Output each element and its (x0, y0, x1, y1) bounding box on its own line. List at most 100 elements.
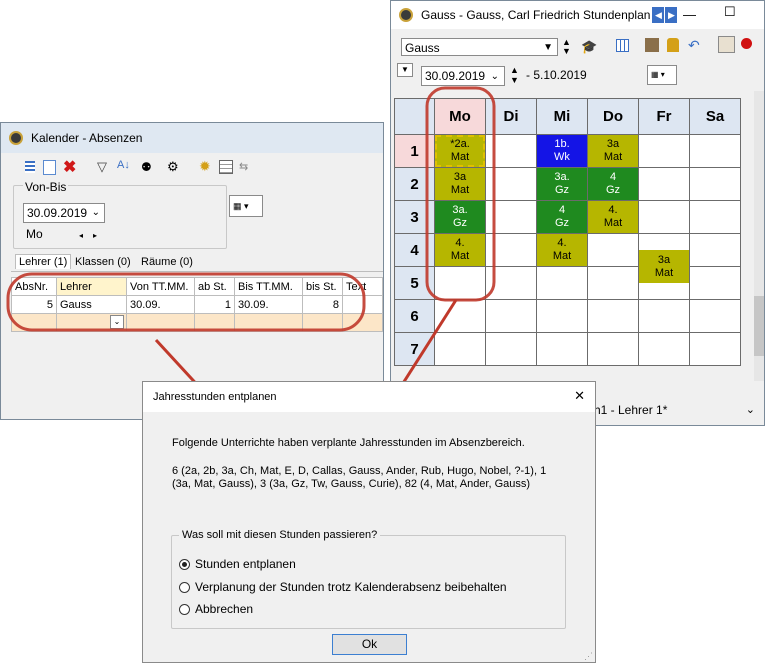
calendar-icon[interactable]: ▦ ▾ (229, 195, 263, 217)
lesson-mo-4[interactable]: 4. Mat (435, 234, 485, 266)
lesson-do-1[interactable]: 3a Mat (588, 135, 638, 167)
cell-lehrer[interactable]: Gauss (56, 295, 127, 314)
calendar-icon[interactable]: ▦ ▾ (647, 65, 677, 85)
cell-von[interactable]: 30.09. (126, 295, 195, 314)
ok-button[interactable]: Ok (332, 634, 407, 655)
slot-sa-5[interactable] (689, 266, 741, 300)
radio-stunden-entplanen[interactable] (179, 559, 190, 570)
radio-label-beibehalten[interactable]: Verplanung der Stunden trotz Kalenderabs… (195, 580, 507, 594)
slot-mo-5[interactable] (434, 266, 486, 300)
graduation-hat-icon[interactable]: 🎓 (581, 39, 597, 55)
slot-sa-2[interactable] (689, 167, 741, 201)
slot-mi-6[interactable] (536, 299, 588, 333)
slot-mo-6[interactable] (434, 299, 486, 333)
slot-fr-4[interactable]: 3a Mat (638, 233, 690, 283)
col-header-absnr[interactable]: AbsNr. (11, 277, 57, 296)
slot-do-1[interactable]: 3a Mat (587, 134, 639, 168)
slot-do-4[interactable] (587, 233, 639, 267)
col-header-bis-st[interactable]: bis St. (302, 277, 343, 296)
slot-mi-3[interactable]: 4 Gz (536, 200, 588, 234)
lesson-mi-3[interactable]: 4 Gz (537, 201, 587, 233)
list-icon[interactable] (25, 161, 35, 173)
slot-mo-2[interactable]: 3a Mat (434, 167, 486, 201)
undo-icon[interactable]: ↶ (688, 37, 700, 54)
spin-icon[interactable]: ▲ ▼ (562, 38, 571, 56)
slot-do-7[interactable] (587, 332, 639, 366)
col-header-lehrer[interactable]: Lehrer (56, 277, 127, 296)
filter-icon[interactable]: ▽ (97, 159, 107, 175)
date-picker[interactable]: 30.09.2019 ⌄ (23, 203, 105, 223)
lesson-mo-3[interactable]: 3a. Gz (435, 201, 485, 233)
slot-mi-7[interactable] (536, 332, 588, 366)
tab-lehrer[interactable]: Lehrer (1) (15, 254, 72, 269)
lesson-do-2[interactable]: 4 Gz (588, 168, 638, 200)
col-header-von[interactable]: Von TT.MM. (126, 277, 195, 296)
slot-di-6[interactable] (485, 299, 537, 333)
cell-bis-st[interactable]: 8 (302, 295, 343, 314)
nav-prev-icon[interactable]: ◀ (652, 7, 665, 23)
pin-icon[interactable] (741, 38, 752, 49)
table-icon[interactable] (219, 160, 233, 174)
radio-abbrechen[interactable] (179, 604, 190, 615)
cell-new-bis[interactable] (234, 313, 303, 332)
minimize-button[interactable]: — (683, 7, 696, 22)
close-button[interactable]: ✕ (574, 388, 585, 404)
export-icon[interactable]: ⇆ (239, 160, 248, 173)
lesson-fr-4[interactable]: 3a Mat (639, 250, 689, 283)
slot-do-3[interactable]: 4. Mat (587, 200, 639, 234)
cell-text[interactable] (342, 295, 383, 314)
cell-ab[interactable]: 1 (194, 295, 235, 314)
nav-next-icon[interactable]: ▶ (665, 7, 678, 23)
slot-do-6[interactable] (587, 299, 639, 333)
chevron-down-icon[interactable]: ⌄ (110, 315, 124, 329)
lock-icon[interactable] (667, 38, 679, 52)
gear-icon[interactable]: ✹ (199, 158, 211, 175)
lesson-mo-2[interactable]: 3a Mat (435, 168, 485, 200)
palette-icon[interactable] (718, 36, 735, 53)
slot-sa-4[interactable] (689, 233, 741, 267)
cell-new-ab[interactable] (194, 313, 235, 332)
slot-sa-6[interactable] (689, 299, 741, 333)
people-icon[interactable]: ⚉ (141, 160, 152, 174)
lesson-do-3[interactable]: 4. Mat (588, 201, 638, 233)
sort-icon[interactable]: A↓ (117, 159, 130, 171)
day-header-mi[interactable]: Mi (536, 98, 588, 135)
slot-di-4[interactable] (485, 233, 537, 267)
slot-di-7[interactable] (485, 332, 537, 366)
scrollbar-thumb[interactable] (754, 296, 764, 356)
slot-di-5[interactable] (485, 266, 537, 300)
new-icon[interactable] (43, 160, 56, 175)
tab-klassen[interactable]: Klassen (0) (75, 256, 131, 268)
day-header-sa[interactable]: Sa (689, 98, 741, 135)
slot-mi-2[interactable]: 3a. Gz (536, 167, 588, 201)
slot-fr-1[interactable] (638, 134, 690, 168)
slot-di-2[interactable] (485, 167, 537, 201)
delete-icon[interactable]: ✖ (63, 157, 76, 177)
slot-di-3[interactable] (485, 200, 537, 234)
radio-beibehalten[interactable] (179, 582, 190, 593)
slot-fr-7[interactable] (638, 332, 690, 366)
radio-label-stunden-entplanen[interactable]: Stunden entplanen (195, 557, 296, 571)
col-header-ab[interactable]: ab St. (194, 277, 235, 296)
slot-fr-6[interactable] (638, 299, 690, 333)
table-row[interactable]: 5 Gauss 30.09. 1 30.09. 8 (11, 295, 383, 314)
slot-sa-3[interactable] (689, 200, 741, 234)
day-header-mo[interactable]: Mo (434, 98, 486, 135)
lesson-mi-2[interactable]: 3a. Gz (537, 168, 587, 200)
arrow-left-icon[interactable]: ◂ (79, 231, 83, 240)
day-header-fr[interactable]: Fr (638, 98, 690, 135)
slot-fr-3[interactable] (638, 200, 690, 234)
date-from-picker[interactable]: 30.09.2019 ⌄ (421, 66, 505, 86)
cell-new-von[interactable] (126, 313, 195, 332)
cell-new-bis-st[interactable] (302, 313, 343, 332)
new-row[interactable]: ⌄ (11, 313, 383, 332)
day-header-di[interactable]: Di (485, 98, 537, 135)
teacher-select[interactable]: Gauss ▼ (401, 38, 558, 56)
maximize-button[interactable]: ☐ (724, 4, 736, 20)
slot-sa-1[interactable] (689, 134, 741, 168)
day-header-do[interactable]: Do (587, 98, 639, 135)
col-header-text[interactable]: Text (342, 277, 383, 296)
tab-raeume[interactable]: Räume (0) (141, 256, 193, 268)
lesson-mi-1[interactable]: 1b. Wk (537, 135, 587, 167)
settings-icon[interactable]: ⚙ (167, 159, 179, 175)
